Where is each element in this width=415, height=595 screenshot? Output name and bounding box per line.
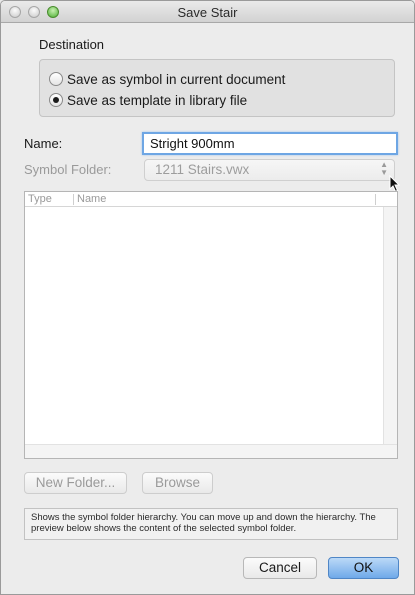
column-header-type[interactable]: Type — [28, 193, 52, 205]
destination-label: Destination — [39, 37, 105, 52]
select-arrows-icon: ▲ ▼ — [380, 160, 388, 177]
name-label: Name: — [24, 136, 63, 151]
save-as-template-label: Save as template in library file — [67, 92, 248, 108]
list-header: Type Name — [25, 192, 397, 207]
column-header-name[interactable]: Name — [77, 193, 106, 205]
symbol-folder-list[interactable]: Type Name — [24, 191, 398, 459]
symbol-folder-label: Symbol Folder: — [24, 162, 112, 177]
save-as-template-option[interactable]: Save as template in library file — [49, 91, 247, 109]
symbol-folder-select[interactable]: 1211 Stairs.vwx ▲ ▼ — [144, 159, 395, 181]
new-folder-button[interactable]: New Folder... — [24, 472, 127, 494]
save-as-symbol-label: Save as symbol in current document — [67, 71, 286, 87]
save-as-symbol-radio[interactable] — [49, 72, 63, 86]
save-as-symbol-option[interactable]: Save as symbol in current document — [49, 70, 285, 88]
window-title: Save Stair — [177, 5, 238, 20]
save-stair-dialog: Save Stair Destination Save as symbol in… — [0, 0, 415, 595]
column-divider[interactable] — [73, 194, 74, 205]
help-text: Shows the symbol folder hierarchy. You c… — [24, 508, 398, 540]
save-as-template-radio[interactable] — [49, 93, 63, 107]
name-field[interactable] — [142, 132, 398, 155]
cancel-button[interactable]: Cancel — [243, 557, 317, 579]
horizontal-scrollbar[interactable] — [25, 444, 397, 458]
vertical-scrollbar[interactable] — [383, 207, 397, 445]
column-divider[interactable] — [375, 194, 376, 205]
title-bar[interactable]: Save Stair — [1, 1, 414, 23]
symbol-folder-value: 1211 Stairs.vwx — [155, 162, 250, 177]
browse-button[interactable]: Browse — [142, 472, 213, 494]
ok-button[interactable]: OK — [328, 557, 399, 579]
